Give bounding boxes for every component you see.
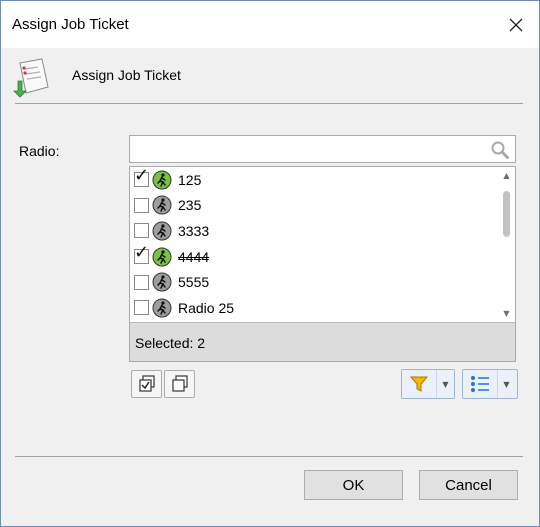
radio-status-icon — [152, 247, 172, 267]
search-input[interactable] — [134, 139, 478, 161]
close-button[interactable] — [493, 1, 539, 48]
radio-label-text: 125 — [178, 171, 202, 188]
assign-ticket-icon — [12, 55, 56, 99]
radio-checkbox[interactable] — [134, 300, 149, 316]
check-mark-icon: ✓ — [134, 242, 150, 264]
list-view-button[interactable] — [463, 370, 497, 398]
list-item[interactable]: Radio 25 — [130, 295, 498, 321]
close-icon — [509, 18, 523, 31]
search-box — [129, 135, 516, 163]
radio-label-text: 5555 — [178, 274, 210, 291]
radio-checkbox[interactable]: ✓ — [134, 244, 149, 265]
cancel-button[interactable]: Cancel — [419, 470, 518, 500]
filter-dropdown: ▼ — [401, 369, 455, 399]
radio-label: Radio: — [19, 143, 60, 159]
search-icon[interactable] — [490, 140, 510, 160]
radio-status-icon — [152, 272, 172, 292]
window-title: Assign Job Ticket — [12, 16, 129, 33]
list-view-dropdown: ▼ — [462, 369, 518, 399]
filter-icon — [409, 376, 429, 392]
header-divider — [15, 103, 523, 104]
deselect-all-button[interactable] — [164, 370, 195, 398]
radio-status-icon — [152, 195, 172, 215]
list-item[interactable]: ✓ 4444 — [130, 244, 498, 270]
scroll-up-arrow[interactable]: ▲ — [498, 167, 515, 184]
scroll-thumb[interactable] — [503, 191, 510, 237]
list-item[interactable]: 5555 — [130, 269, 498, 295]
dialog-window: Assign Job Ticket Assign Job Ticket Radi… — [0, 0, 540, 527]
list-view-icon — [471, 376, 489, 392]
radio-checkbox[interactable] — [134, 197, 149, 213]
chevron-down-icon[interactable]: ▼ — [436, 370, 454, 398]
radio-list-items: ✓ 125 235 3333 ✓ 4444 5555 Radio 25 — [130, 167, 498, 322]
title-bar: Assign Job Ticket — [1, 1, 539, 48]
scroll-down-arrow[interactable]: ▼ — [498, 305, 515, 322]
header-title: Assign Job Ticket — [72, 67, 181, 83]
footer-divider — [15, 456, 523, 457]
radio-checkbox[interactable] — [134, 223, 149, 239]
radio-label-text: 3333 — [178, 222, 210, 239]
deselect-all-icon — [171, 375, 188, 392]
list-item[interactable]: 3333 — [130, 218, 498, 244]
select-all-icon — [138, 375, 155, 392]
selected-count: Selected: 2 — [135, 335, 206, 351]
check-mark-icon: ✓ — [134, 167, 150, 187]
filter-button[interactable] — [402, 370, 436, 398]
list-scrollbar[interactable]: ▲ ▼ — [498, 167, 515, 322]
radio-checkbox[interactable]: ✓ — [134, 167, 149, 188]
radio-label-text: 235 — [178, 197, 202, 214]
select-all-button[interactable] — [131, 370, 162, 398]
chevron-down-icon[interactable]: ▼ — [497, 370, 515, 398]
list-item[interactable]: ✓ 125 — [130, 167, 498, 193]
selected-count-bar: Selected: 2 — [130, 322, 515, 361]
radio-status-icon — [152, 298, 172, 318]
radio-status-icon — [152, 221, 172, 241]
radio-list: ✓ 125 235 3333 ✓ 4444 5555 Radio 25 ▲ ▼ Selecte… — [129, 166, 516, 362]
radio-label-text: Radio 25 — [178, 299, 235, 316]
radio-checkbox[interactable] — [134, 274, 149, 290]
list-item[interactable]: 235 — [130, 193, 498, 219]
ok-button[interactable]: OK — [304, 470, 403, 500]
radio-label-text: 4444 — [178, 248, 210, 265]
radio-status-icon — [152, 170, 172, 190]
